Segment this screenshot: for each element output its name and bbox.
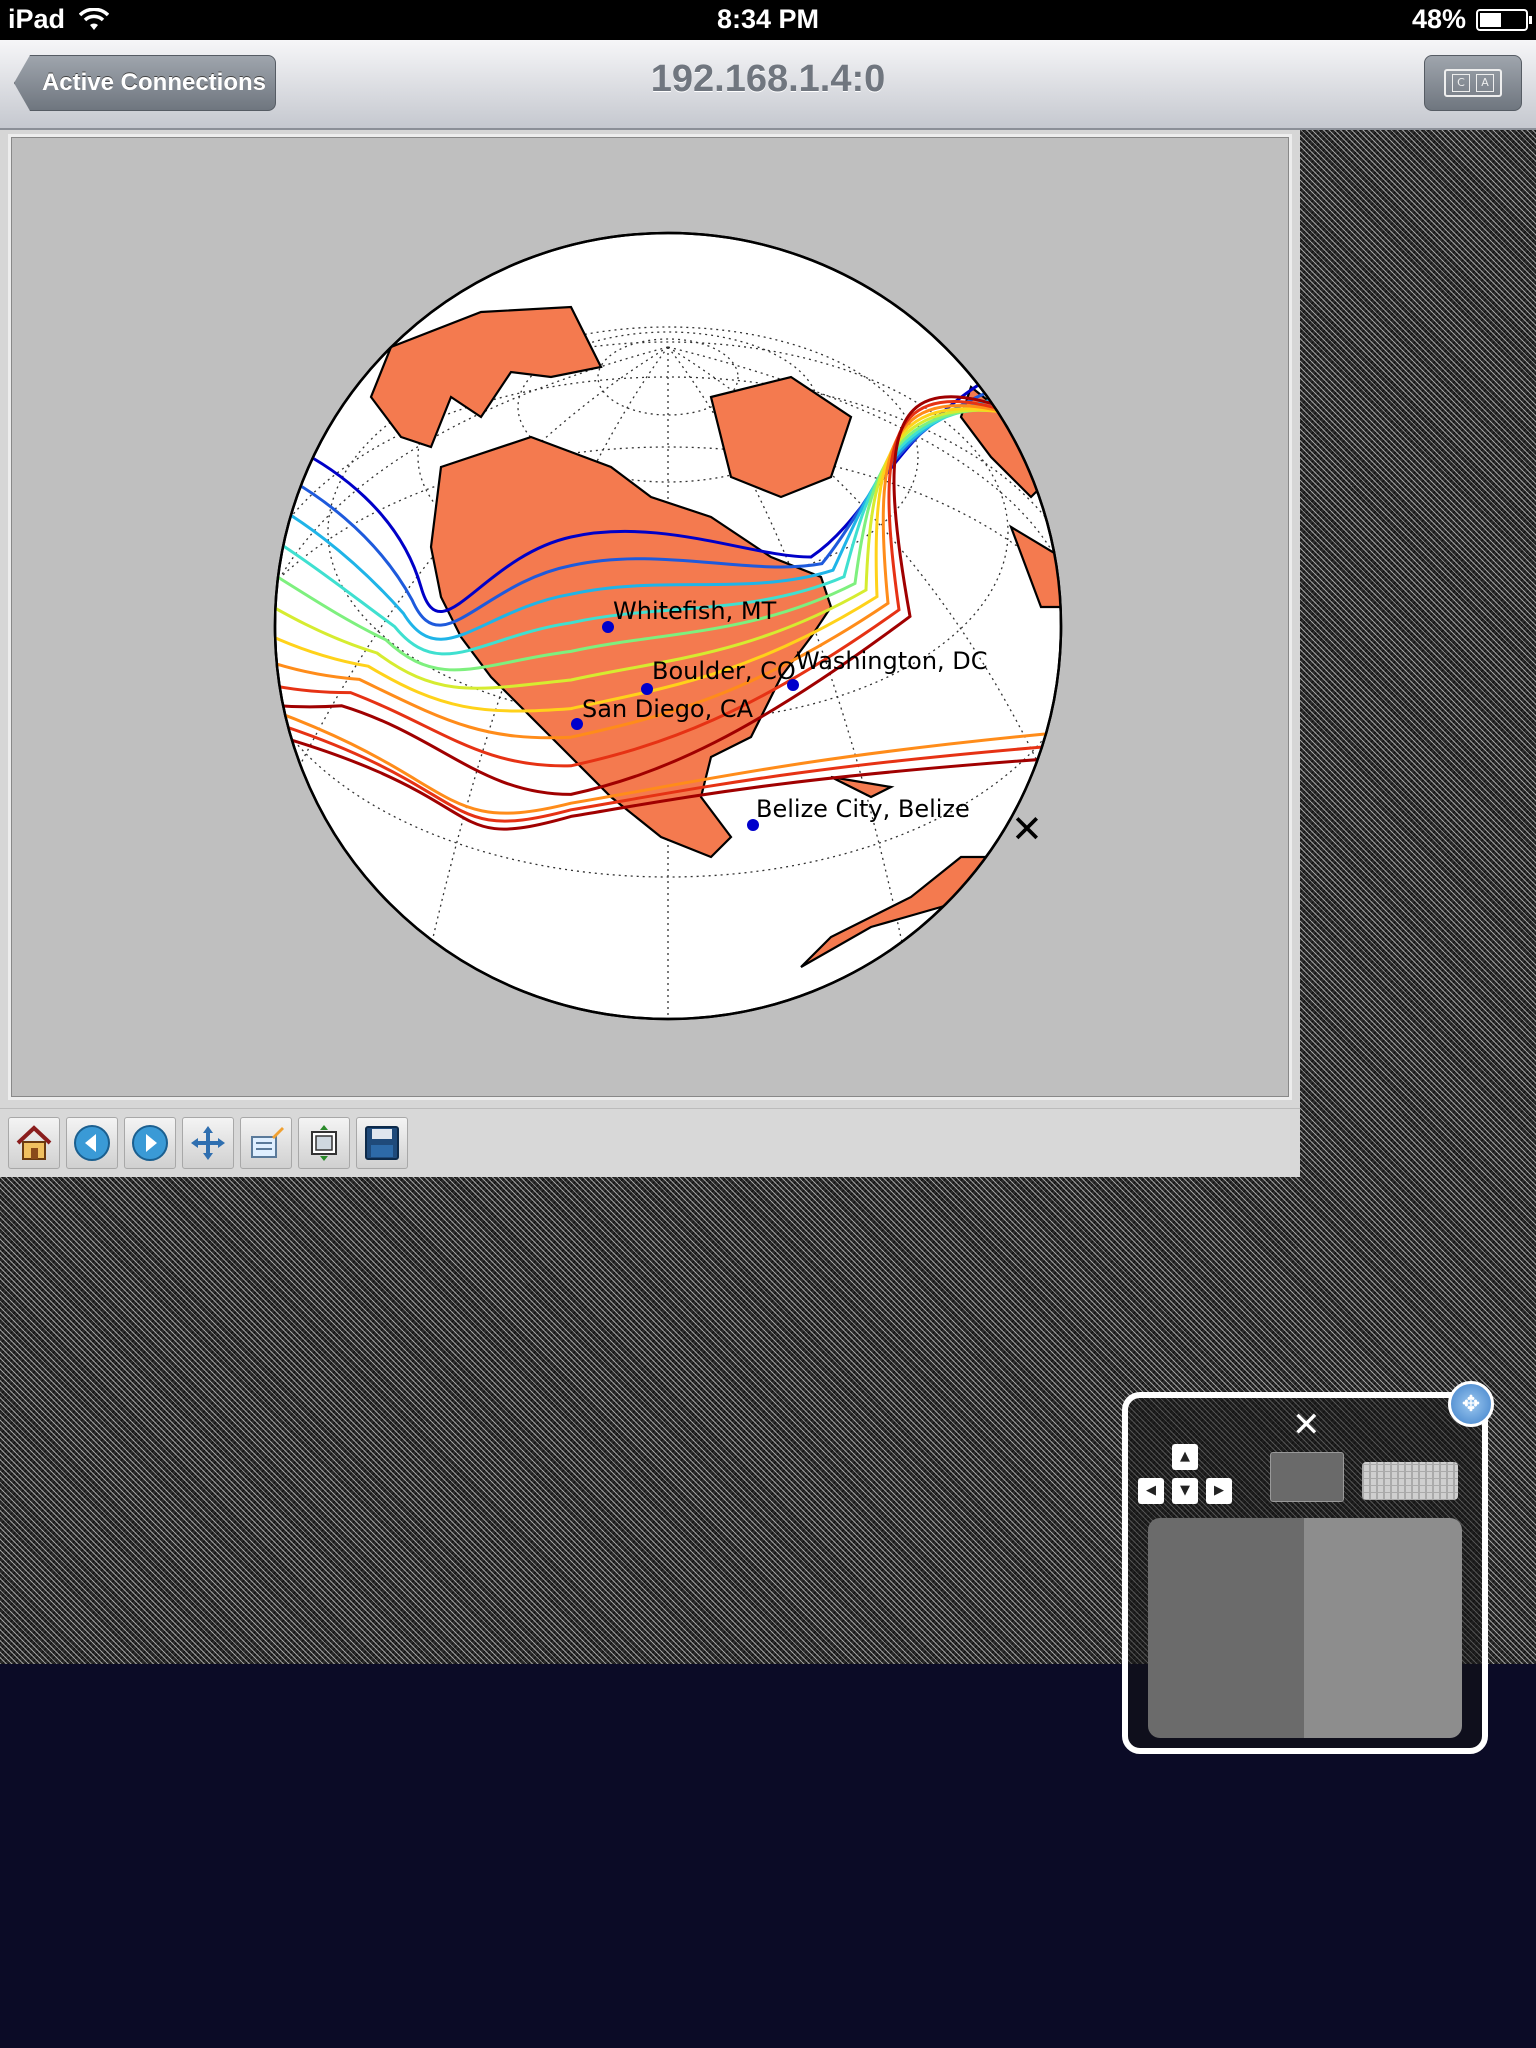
city-label: Whitefish, MT [613, 597, 777, 625]
battery-percent: 48% [1411, 4, 1466, 34]
figure-window: Whitefish, MT Boulder, CO Washington, DC Sa… [0, 130, 1300, 1177]
arrow-left-button[interactable]: ◀ [1138, 1478, 1164, 1504]
zoom-rect-button[interactable] [298, 1117, 350, 1169]
back-arrow-icon [74, 1125, 110, 1161]
city-label: Boulder, CO [652, 657, 796, 685]
arrow-up-button[interactable]: ▲ [1172, 1444, 1198, 1470]
pan-icon [191, 1126, 225, 1160]
remote-cursor-icon: ✕ [1011, 807, 1043, 851]
back-arrow-button[interactable] [66, 1117, 118, 1169]
modifier-key-button[interactable] [1270, 1452, 1344, 1502]
map-plot: Whitefish, MT Boulder, CO Washington, DC Sa… [273, 231, 1063, 1021]
zoom-rect-icon [311, 1125, 337, 1161]
arrow-right-button[interactable]: ▶ [1206, 1478, 1232, 1504]
touchpad-left-click[interactable] [1148, 1518, 1304, 1738]
keyboard-toggle-button[interactable]: C A [1424, 55, 1522, 111]
configure-subplots-button[interactable] [240, 1117, 292, 1169]
touchpad[interactable] [1148, 1518, 1462, 1738]
arrow-down-button[interactable]: ▼ [1172, 1478, 1198, 1504]
close-panel-button[interactable]: ✕ [1292, 1408, 1321, 1442]
figure-canvas[interactable]: Whitefish, MT Boulder, CO Washington, DC Sa… [8, 134, 1292, 1100]
configure-subplots-icon [251, 1127, 284, 1158]
save-button[interactable] [356, 1117, 408, 1169]
forward-arrow-icon [132, 1125, 168, 1161]
home-button[interactable] [8, 1117, 60, 1169]
city-label: Washington, DC [796, 647, 988, 675]
battery-icon [1476, 8, 1532, 31]
page-title: 192.168.1.4:0 [650, 58, 886, 100]
pan-button[interactable] [182, 1117, 234, 1169]
status-bar: iPad 8:34 PM 48% [0, 0, 1536, 40]
forward-arrow-button[interactable] [124, 1117, 176, 1169]
city-marker [787, 679, 799, 691]
remote-desktop[interactable]: Whitefish, MT Boulder, CO Washington, DC Sa… [0, 130, 1536, 1754]
navigation-bar: Active Connections 192.168.1.4:0 C A [0, 40, 1536, 130]
save-icon [365, 1126, 399, 1160]
keyboard-icon: C A [1444, 69, 1502, 97]
clock: 8:34 PM [716, 4, 820, 34]
city-label: San Diego, CA [582, 695, 754, 723]
keyboard-mini-icon[interactable] [1362, 1462, 1458, 1500]
home-icon [16, 1125, 52, 1160]
matplotlib-toolbar [0, 1108, 1300, 1177]
remote-control-panel: ✕ ▲ ◀ ▼ ▶ [1122, 1392, 1488, 1754]
move-handle-icon[interactable]: ✥ [1448, 1381, 1494, 1427]
touchpad-right-click[interactable] [1304, 1518, 1462, 1738]
city-label: Belize City, Belize [756, 795, 970, 823]
